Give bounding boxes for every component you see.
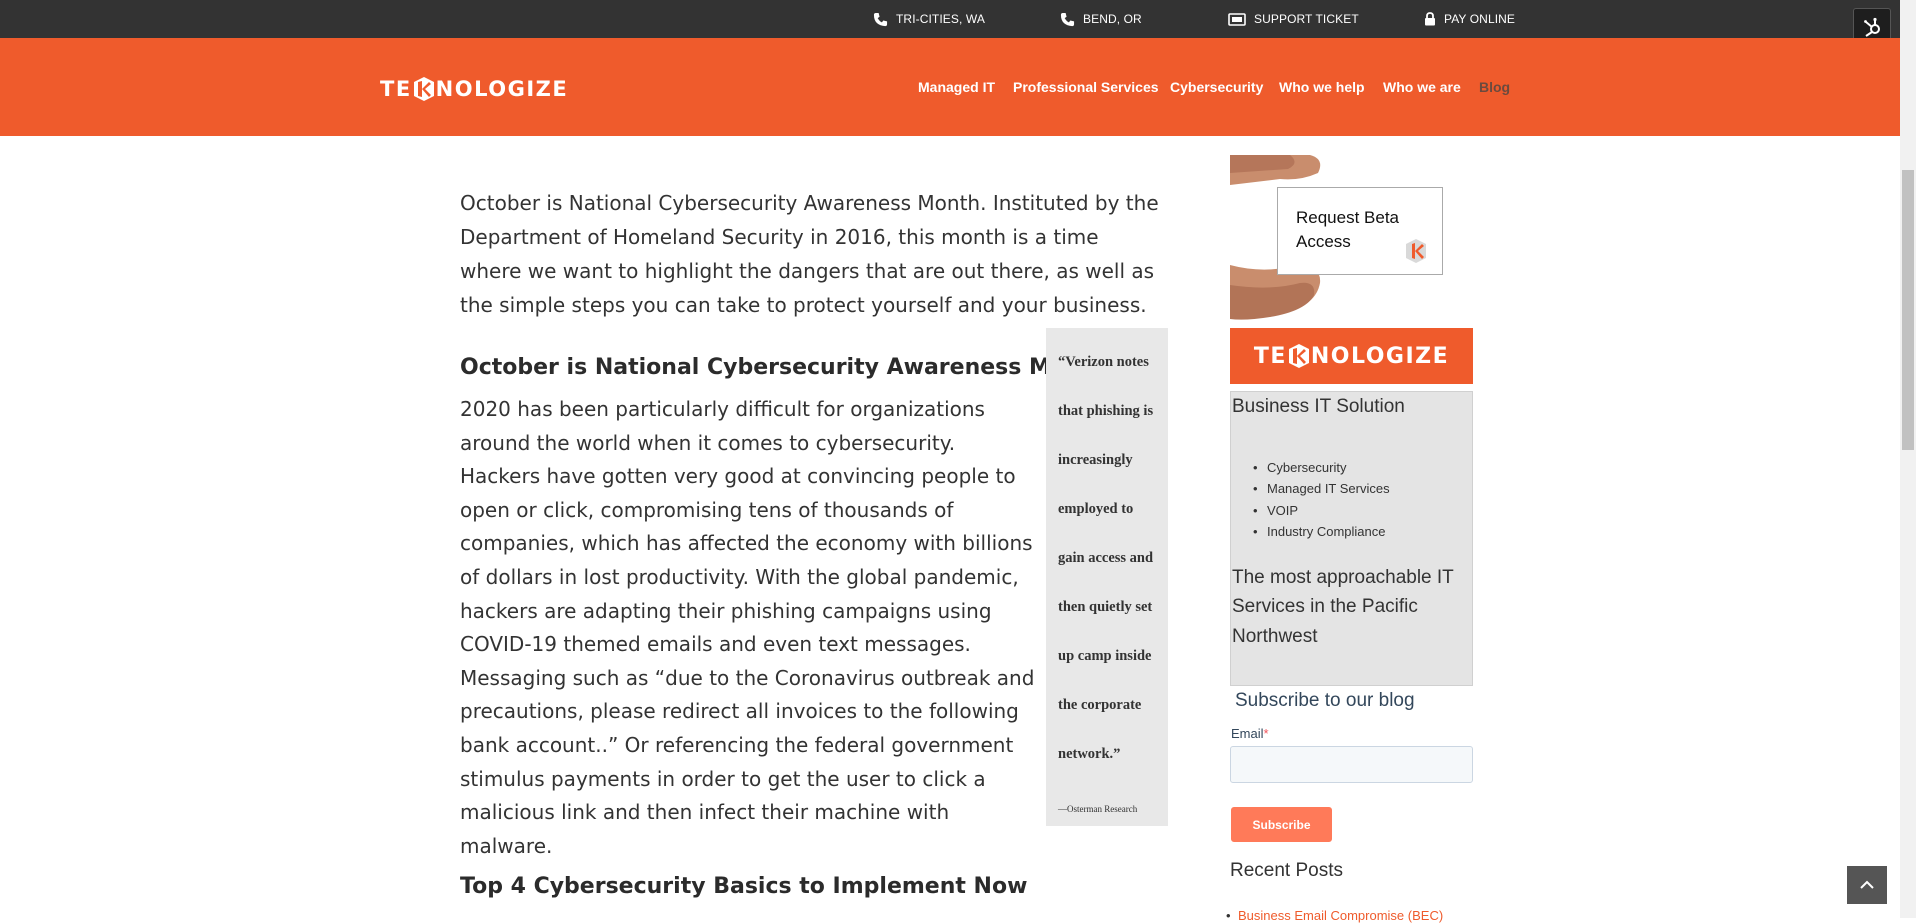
topbar-link-bend[interactable]: BEND, OR [1060, 0, 1142, 38]
site-logo[interactable]: TE NOLOGIZE [380, 74, 568, 104]
teknologize-k-icon [1406, 239, 1426, 263]
article-body-paragraph: 2020 has been particularly difficult for… [460, 397, 1035, 858]
lock-icon [1425, 12, 1435, 26]
hubspot-icon [1864, 17, 1880, 37]
pull-quote-text: “Verizon notes that phishing is increasi… [1058, 354, 1154, 762]
list-item: Managed IT Services [1253, 478, 1390, 500]
business-it-tagline: The most approachable IT Services in the… [1232, 567, 1454, 647]
phone-icon [873, 12, 888, 26]
pull-quote: “Verizon notes that phishing is increasi… [1046, 328, 1168, 826]
business-it-list: Cybersecurity Managed IT Services VOIP I… [1253, 457, 1390, 543]
topbar-link-support-ticket[interactable]: SUPPORT TICKET [1228, 0, 1359, 38]
request-beta-ad[interactable]: Request Beta Access [1230, 155, 1473, 325]
logo-text-right: NOLOGIZE [1310, 343, 1450, 369]
business-it-title: Business IT Solution [1232, 396, 1405, 417]
required-asterisk: * [1263, 726, 1269, 741]
request-beta-card[interactable]: Request Beta Access [1277, 187, 1443, 275]
topbar-link-pay-online[interactable]: PAY ONLINE [1424, 0, 1515, 38]
topbar-link-tri-cities[interactable]: TRI-CITIES, WA [873, 0, 985, 38]
business-it-solution-box: Business IT Solution Cybersecurity Manag… [1230, 391, 1473, 686]
nav-item-cybersecurity[interactable]: Cybersecurity [1170, 38, 1263, 136]
article-intro-paragraph: October is National Cybersecurity Awaren… [460, 191, 1159, 317]
list-item: Industry Compliance [1253, 521, 1390, 543]
nav-item-who-we-are[interactable]: Who we are [1383, 38, 1461, 136]
logo-text-left: TE [380, 77, 412, 101]
subscribe-button[interactable]: Subscribe [1231, 807, 1332, 842]
logo-text-right: NOLOGIZE [435, 77, 569, 101]
scroll-to-top-button[interactable] [1847, 866, 1887, 904]
request-beta-text: Request Beta Access [1296, 208, 1400, 251]
scrollbar-thumb[interactable] [1902, 170, 1914, 450]
topbar-label: BEND, OR [1083, 12, 1142, 26]
topbar-label: SUPPORT TICKET [1254, 12, 1359, 26]
nav-item-blog[interactable]: Blog [1479, 38, 1510, 136]
nav-item-who-we-help[interactable]: Who we help [1279, 38, 1365, 136]
topbar-label: PAY ONLINE [1444, 12, 1516, 26]
logo-k-icon [413, 77, 434, 101]
article-subheading: Top 4 Cybersecurity Basics to Implement … [460, 874, 1028, 899]
phone-icon [1060, 12, 1075, 26]
email-label: Email* [1231, 726, 1269, 741]
top-utility-bar: TRI-CITIES, WA BEND, OR SUPPORT TICKET P… [0, 0, 1900, 38]
email-field[interactable] [1230, 746, 1473, 783]
article-heading: October is National Cybersecurity Awaren… [460, 355, 1108, 380]
topbar-label: TRI-CITIES, WA [896, 12, 985, 26]
recent-posts-title: Recent Posts [1230, 860, 1343, 881]
logo-text-left: TE [1253, 343, 1287, 369]
pull-quote-citation: —Osterman Research [1058, 804, 1138, 814]
ticket-icon [1228, 12, 1246, 26]
sidebar-logo-banner: TE NOLOGIZE [1230, 328, 1473, 384]
subscribe-title: Subscribe to our blog [1235, 690, 1415, 711]
email-label-text: Email [1231, 726, 1264, 741]
nav-item-managed-it[interactable]: Managed IT [918, 38, 995, 136]
recent-post-link[interactable]: Business Email Compromise (BEC) [1226, 908, 1443, 923]
list-item: VOIP [1253, 500, 1390, 522]
list-item: Cybersecurity [1253, 457, 1390, 479]
nav-item-professional-services[interactable]: Professional Services [1013, 38, 1159, 136]
chevron-up-icon [1860, 880, 1874, 889]
page-scrollbar[interactable] [1900, 0, 1916, 918]
logo-k-icon [1288, 344, 1309, 368]
